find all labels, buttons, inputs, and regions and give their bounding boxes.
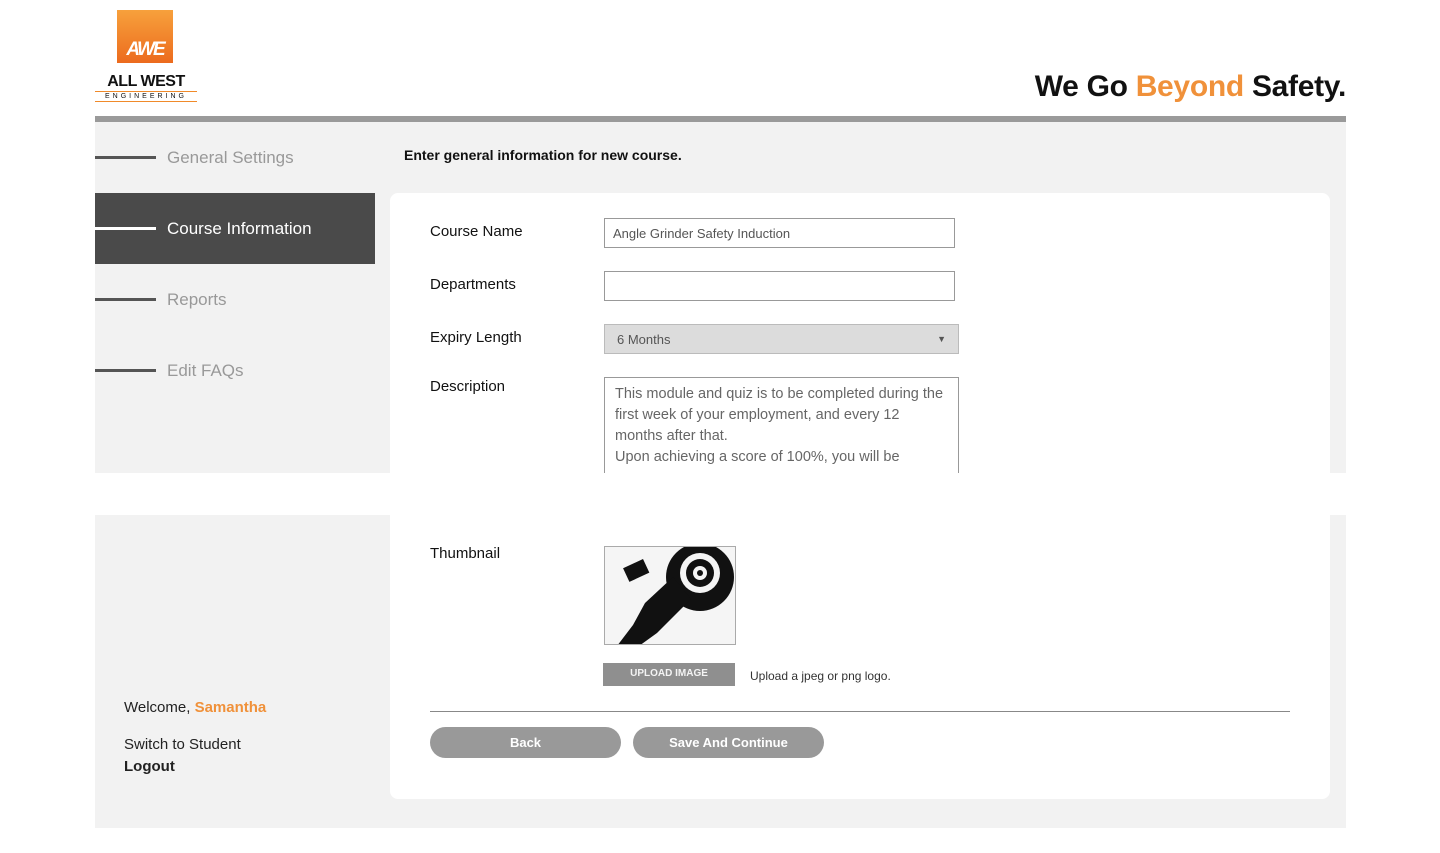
description-textarea[interactable]: This module and quiz is to be completed … bbox=[604, 377, 959, 473]
upload-image-button[interactable]: UPLOAD IMAGE bbox=[603, 663, 735, 686]
nav-dash bbox=[95, 369, 156, 372]
upload-hint: Upload a jpeg or png logo. bbox=[750, 669, 891, 683]
nav-dash bbox=[95, 298, 156, 301]
tagline-prefix: We Go bbox=[1034, 70, 1136, 103]
tagline: We Go Beyond Safety. bbox=[1034, 70, 1347, 104]
page: AWE ALL WEST ENGINEERING We Go Beyond Sa… bbox=[0, 0, 1440, 853]
welcome-message: Welcome, Samantha bbox=[124, 699, 266, 716]
thumbnail-preview bbox=[604, 546, 736, 645]
sidebar-item-label: Reports bbox=[167, 289, 227, 309]
sidebar-item-label: Course Information bbox=[167, 218, 312, 238]
logo-mark: AWE bbox=[126, 39, 165, 60]
departments-label: Departments bbox=[430, 276, 516, 293]
logo-mark-box: AWE bbox=[117, 10, 173, 63]
save-and-continue-button[interactable]: Save And Continue bbox=[633, 727, 824, 758]
chevron-down-icon: ▼ bbox=[937, 334, 946, 344]
departments-input[interactable] bbox=[604, 271, 955, 301]
sidebar-item-course-information[interactable]: Course Information bbox=[95, 193, 375, 264]
logo-name: ALL WEST bbox=[107, 73, 185, 90]
sidebar-item-edit-faqs[interactable]: Edit FAQs bbox=[95, 335, 375, 406]
user-name: Samantha bbox=[194, 699, 267, 716]
thumbnail-label: Thumbnail bbox=[430, 545, 501, 562]
tagline-suffix: Safety. bbox=[1243, 70, 1346, 103]
sidebar-item-reports[interactable]: Reports bbox=[95, 264, 375, 335]
logout-link[interactable]: Logout bbox=[124, 758, 175, 775]
sidebar-item-label: Edit FAQs bbox=[167, 360, 244, 380]
nav-dash bbox=[95, 156, 156, 159]
expiry-length-select[interactable]: 6 Months ▼ bbox=[604, 324, 959, 354]
sidebar-item-label: General Settings bbox=[167, 147, 294, 167]
sidebar-item-general-settings[interactable]: General Settings bbox=[95, 122, 375, 193]
course-name-input[interactable] bbox=[604, 218, 955, 248]
angle-grinder-icon bbox=[605, 547, 735, 644]
expiry-length-value: 6 Months bbox=[617, 331, 671, 347]
tagline-accent: Beyond bbox=[1135, 70, 1245, 103]
logo-subtitle: ENGINEERING bbox=[95, 91, 197, 102]
nav-dash bbox=[95, 227, 156, 230]
form-intro: Enter general information for new course… bbox=[404, 147, 682, 163]
expiry-length-label: Expiry Length bbox=[430, 329, 522, 346]
back-button[interactable]: Back bbox=[430, 727, 621, 758]
form-divider bbox=[430, 711, 1290, 712]
welcome-prefix: Welcome, bbox=[124, 699, 195, 716]
switch-to-student-link[interactable]: Switch to Student bbox=[124, 736, 241, 753]
company-logo[interactable]: AWE ALL WEST ENGINEERING bbox=[95, 10, 197, 102]
description-label: Description bbox=[430, 378, 506, 395]
course-name-label: Course Name bbox=[430, 223, 523, 240]
